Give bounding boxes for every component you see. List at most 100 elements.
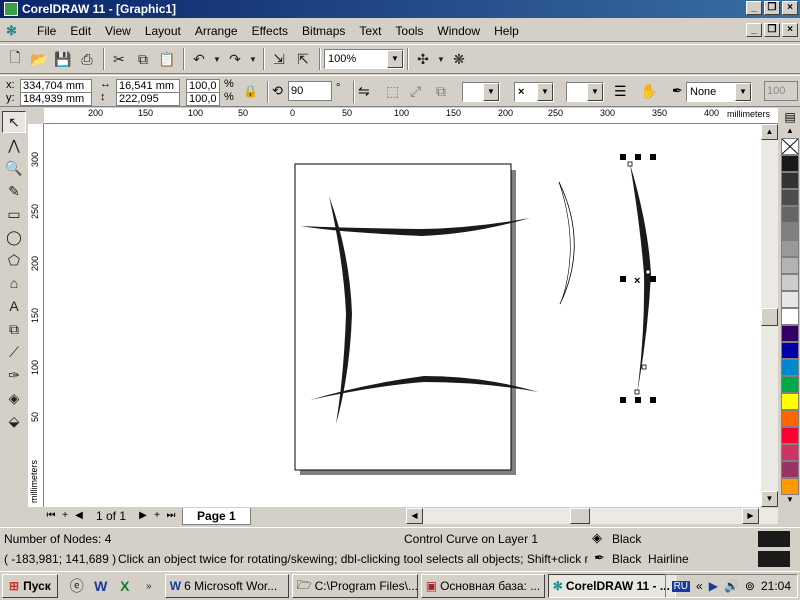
no-color-swatch[interactable]	[781, 138, 799, 155]
menu-text[interactable]: Text	[352, 24, 388, 38]
width-field[interactable]: 16,541 mm	[116, 79, 180, 93]
node-1[interactable]	[627, 161, 633, 167]
tray-expand-icon[interactable]: «	[696, 579, 703, 593]
chevron-down-icon[interactable]: ▼	[483, 83, 499, 101]
scroll-up-icon[interactable]: ▲	[761, 124, 778, 140]
color-swatch[interactable]	[781, 257, 799, 274]
center-marker-icon[interactable]: ×	[634, 275, 640, 287]
chevron-down-icon[interactable]: ▼	[537, 83, 553, 101]
node-3[interactable]	[641, 364, 647, 370]
line-style-combo[interactable]: × ▼	[514, 82, 554, 102]
color-swatch[interactable]	[781, 478, 799, 495]
node-tool-icon[interactable]: ⬚	[386, 83, 399, 100]
menu-effects[interactable]: Effects	[245, 24, 295, 38]
task-microsoft-word[interactable]: W 6 Microsoft Wor...	[164, 574, 289, 598]
color-swatch[interactable]	[781, 172, 799, 189]
color-swatch[interactable]	[781, 410, 799, 427]
launcher-dropdown-icon[interactable]: ▼	[436, 48, 446, 70]
ruler-corner[interactable]	[28, 108, 44, 124]
rectangle-tool-icon[interactable]: ▭	[2, 203, 26, 225]
add-page-before-icon[interactable]: +	[58, 509, 72, 523]
save-icon[interactable]: 💾	[52, 48, 74, 70]
color-swatch[interactable]	[781, 274, 799, 291]
new-document-icon[interactable]: 🗋	[4, 48, 26, 70]
volume-icon[interactable]: 🔊	[724, 579, 739, 593]
start-arrow-combo[interactable]: ▼	[462, 82, 500, 102]
horizontal-scrollbar[interactable]: ◀ ▶	[406, 508, 778, 524]
selection-handle-top-left[interactable]	[620, 154, 626, 160]
menu-view[interactable]: View	[98, 24, 138, 38]
drawing-area[interactable]: ×	[44, 124, 778, 507]
selection-handle-bottom-right[interactable]	[650, 397, 656, 403]
control-curve-outline[interactable]	[558, 181, 575, 305]
interactive-blend-tool-icon[interactable]: ⧉	[2, 318, 26, 340]
excel-quicklaunch-icon[interactable]: X	[114, 575, 136, 597]
scroll-left-icon[interactable]: ◀	[406, 508, 423, 524]
palette-scroll-up-icon[interactable]: ▲	[780, 126, 800, 138]
text-wrap-icon[interactable]: ☰	[614, 83, 627, 100]
color-swatch[interactable]	[781, 308, 799, 325]
drawing-canvas[interactable]: ×	[44, 124, 778, 507]
open-icon[interactable]: 📂	[28, 48, 50, 70]
menu-edit[interactable]: Edit	[63, 24, 98, 38]
menu-arrange[interactable]: Arrange	[188, 24, 245, 38]
fill-color-swatch[interactable]	[758, 531, 790, 547]
scale-x-field[interactable]: 100,0	[186, 79, 220, 93]
node-4[interactable]	[634, 389, 640, 395]
quicklaunch-more-icon[interactable]: »	[138, 575, 160, 597]
chevron-down-icon[interactable]: ▼	[735, 83, 751, 101]
prev-page-icon[interactable]: ◀	[72, 509, 86, 523]
node-2[interactable]	[645, 269, 651, 275]
scale-y-field[interactable]: 100,0	[186, 92, 220, 106]
document-icon[interactable]: ✻	[6, 23, 20, 38]
color-swatch[interactable]	[781, 155, 799, 172]
menu-tools[interactable]: Tools	[388, 24, 430, 38]
undo-dropdown-icon[interactable]: ▼	[212, 48, 222, 70]
palette-menu-icon[interactable]: ▤	[780, 110, 800, 126]
task-coreldraw[interactable]: ✻ CorelDRAW 11 - ...	[547, 574, 676, 598]
color-swatch[interactable]	[781, 240, 799, 257]
hscroll-thumb[interactable]	[570, 508, 590, 524]
rotation-angle-field[interactable]: 90	[288, 81, 332, 101]
export-icon[interactable]: ⇱	[292, 48, 314, 70]
vertical-scrollbar[interactable]: ▲ ▼	[761, 124, 778, 507]
minimize-button[interactable]: _	[746, 1, 762, 15]
y-position-field[interactable]: 184,939 mm	[20, 92, 92, 106]
menu-layout[interactable]: Layout	[138, 24, 188, 38]
color-swatch[interactable]	[781, 342, 799, 359]
network-icon[interactable]: ⊚	[745, 579, 755, 593]
add-page-after-icon[interactable]: +	[150, 509, 164, 523]
language-indicator[interactable]: RU	[671, 580, 691, 592]
print-icon[interactable]: ⎙	[76, 48, 98, 70]
last-page-icon[interactable]: ⏭	[164, 509, 178, 523]
redo-dropdown-icon[interactable]: ▼	[248, 48, 258, 70]
chevron-down-icon[interactable]: ▼	[387, 50, 403, 68]
lock-ratio-icon[interactable]: 🔒	[243, 84, 258, 98]
height-field[interactable]: 222,095 mm	[116, 92, 180, 117]
menu-help[interactable]: Help	[487, 24, 526, 38]
doc-restore-button[interactable]: ❐	[764, 23, 780, 37]
selection-handle-top-right[interactable]	[650, 154, 656, 160]
outline-tool-icon[interactable]: ✑	[2, 364, 26, 386]
ellipse-tool-icon[interactable]: ◯	[2, 226, 26, 248]
end-arrow-combo[interactable]: ▼	[566, 82, 604, 102]
horizontal-ruler[interactable]: millimeters 200 150 100 50 0 50 100 150 200 250 30…	[44, 108, 778, 124]
media-play-icon[interactable]: ▶	[709, 579, 718, 593]
task-database[interactable]: ▣ Основная база: ...	[420, 574, 545, 598]
close-button[interactable]: ×	[782, 1, 798, 15]
eyedropper-tool-icon[interactable]: ⟋	[2, 341, 26, 363]
doc-close-button[interactable]: ×	[782, 23, 798, 37]
next-page-icon[interactable]: ▶	[136, 509, 150, 523]
application-launcher-icon[interactable]: ✣	[412, 48, 434, 70]
fill-tool-icon[interactable]: ◈	[2, 387, 26, 409]
freehand-tool-icon[interactable]: ✎	[2, 180, 26, 202]
outline-width-combo[interactable]: None ▼	[686, 82, 752, 102]
color-swatch[interactable]	[781, 291, 799, 308]
basic-shapes-tool-icon[interactable]: ⌂	[2, 272, 26, 294]
menu-file[interactable]: File	[30, 24, 63, 38]
menu-bitmaps[interactable]: Bitmaps	[295, 24, 352, 38]
maximize-button[interactable]: ❐	[764, 1, 780, 15]
color-swatch[interactable]	[781, 325, 799, 342]
selection-handle-bottom-left[interactable]	[620, 397, 626, 403]
zoom-tool-icon[interactable]: 🔍	[2, 157, 26, 179]
